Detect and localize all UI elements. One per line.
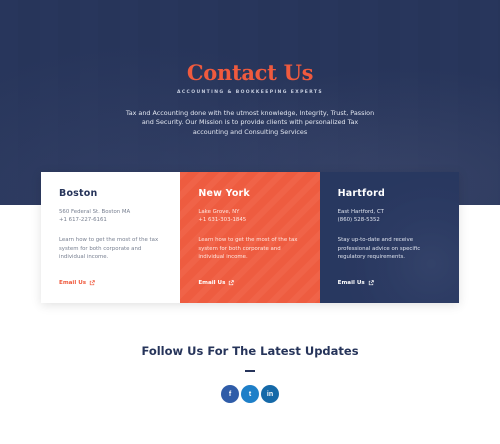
- external-link-icon: [229, 280, 235, 286]
- linkedin-icon[interactable]: in: [261, 385, 279, 403]
- external-link-icon: [368, 280, 374, 286]
- facebook-icon[interactable]: f: [221, 385, 239, 403]
- twitter-icon[interactable]: t: [241, 385, 259, 403]
- office-street: Lake Grove, NY: [198, 209, 240, 215]
- office-description: Stay up-to-date and receive professional…: [337, 237, 421, 260]
- follow-heading: Follow Us For The Latest Updates: [141, 344, 359, 358]
- office-description: Learn how to get the most of the tax sys…: [198, 237, 298, 260]
- email-us-link[interactable]: Email Us: [338, 280, 374, 286]
- office-card-new-york: New York Lake Grove, NY +1 631-303-1845 …: [180, 172, 319, 303]
- email-us-label: Email Us: [337, 280, 365, 286]
- page-title: Contact Us: [186, 60, 314, 85]
- office-address: East Hartford, CT (860) 528-5352: [338, 208, 441, 224]
- office-card-boston: Boston 560 Federal St. Boston MA +1 617-…: [41, 172, 181, 303]
- email-us-label: Email Us: [198, 280, 226, 286]
- office-description: Learn how to get the most of the tax sys…: [59, 237, 159, 260]
- heading-divider: [245, 370, 255, 372]
- office-phone[interactable]: +1 617-227-6161: [59, 216, 162, 224]
- hero-description: Tax and Accounting done with the utmost …: [125, 109, 375, 136]
- office-street: East Hartford, CT: [337, 209, 384, 215]
- office-phone[interactable]: +1 631-303-1845: [198, 216, 301, 224]
- hero-subtitle: ACCOUNTING & BOOKKEEPING EXPERTS: [176, 90, 324, 95]
- office-city: New York: [198, 188, 250, 199]
- email-us-link[interactable]: Email Us: [59, 280, 95, 286]
- office-phone[interactable]: (860) 528-5352: [338, 216, 441, 224]
- social-links: f t in: [221, 385, 279, 403]
- office-address: Lake Grove, NY +1 631-303-1845: [198, 208, 301, 224]
- office-address: 560 Federal St. Boston MA +1 617-227-616…: [59, 208, 162, 224]
- office-street: 560 Federal St. Boston MA: [59, 209, 131, 215]
- office-card-hartford: Hartford East Hartford, CT (860) 528-535…: [320, 172, 459, 303]
- external-link-icon: [89, 280, 95, 286]
- office-city: Hartford: [337, 188, 385, 199]
- email-us-label: Email Us: [59, 280, 87, 286]
- email-us-link[interactable]: Email Us: [198, 280, 235, 286]
- office-city: Boston: [59, 188, 98, 199]
- office-cards: Boston 560 Federal St. Boston MA +1 617-…: [41, 172, 459, 303]
